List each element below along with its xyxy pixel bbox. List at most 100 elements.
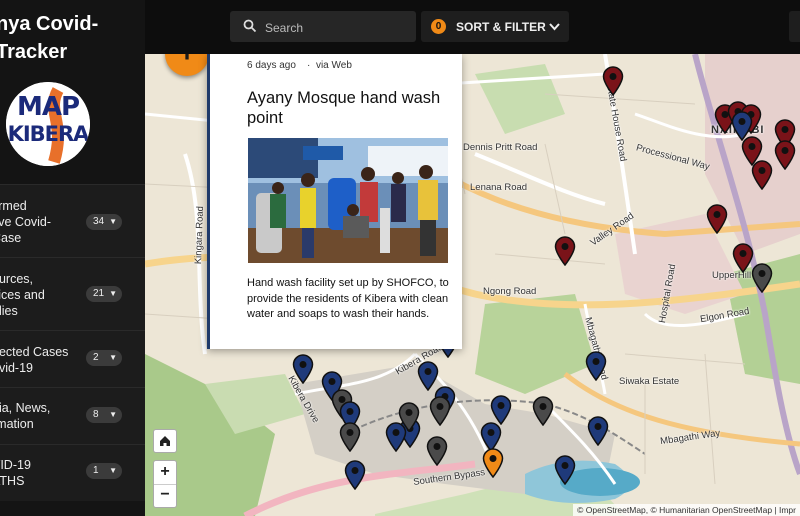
map-pin[interactable] [706,204,728,235]
category-count: 34 [93,216,105,227]
category-label: VID-19 ATHS [0,458,31,488]
road-label-siwaka: Siwaka Estate [619,376,680,387]
map-pin[interactable] [587,416,609,447]
home-icon [160,436,170,446]
sort-filter-label: SORT & FILTER [456,20,546,34]
map-marker-icon [482,448,504,479]
map-marker-icon [429,396,451,427]
category-label: dia, News, rmation [0,401,51,431]
card-photo[interactable] [248,138,448,263]
filter-count-badge: 0 [431,19,446,34]
map-pin[interactable] [585,351,607,382]
category-count-badge[interactable]: 1 ▼ [86,463,122,479]
map-pin[interactable] [554,455,576,486]
map-marker-icon [751,160,773,191]
map-kibera-logo: MAP KIBERA [6,82,90,166]
sidebar: nya Covid- Tracker MAP KIBERA firmed tiv… [0,0,145,516]
category-confirmed-cases[interactable]: firmed tive Covid- Case 34 ▼ [0,184,145,257]
card-meta: 6 days ago · via Web [247,60,352,71]
map-pin[interactable] [344,460,366,491]
add-report-button[interactable]: + [165,54,209,76]
map-marker-icon [554,236,576,267]
map-marker-icon [751,263,773,294]
category-count-badge[interactable]: 8 ▼ [86,407,122,423]
card-source: via Web [315,60,352,71]
home-button[interactable] [153,429,177,453]
search-icon [243,19,257,33]
chevron-down-icon: ▼ [109,217,117,226]
category-count: 1 [93,465,99,476]
map-pin[interactable] [398,402,420,433]
road-label-lenana: Lenana Road [470,182,528,193]
card-description: Hand wash facility set up by SHOFCO, to … [247,277,449,320]
report-popup-card[interactable]: 6 days ago · via Web Ayany Mosque hand w… [207,54,462,349]
category-label: pected Cases ovid-19 [0,345,69,375]
map-pin[interactable] [751,160,773,191]
chevron-down-icon [549,23,560,31]
map-marker-icon [554,455,576,486]
zoom-out-button[interactable]: − [154,484,176,507]
search-input[interactable] [263,11,412,44]
map-pin[interactable] [554,236,576,267]
logo-text-kibera: KIBERA [7,122,90,146]
road-label-ngong: Ngong Road [483,286,537,297]
map-marker-icon [585,351,607,382]
map-view[interactable]: State House Road Dennis Pritt Road Lenan… [145,54,800,516]
map-pin[interactable] [490,395,512,426]
map-pin[interactable] [429,396,451,427]
search-box[interactable] [230,11,416,44]
map-pin[interactable] [532,396,554,427]
category-resources-services[interactable]: ources, vices and plies 21 ▼ [0,257,145,330]
logo-text-map: MAP [16,92,80,122]
category-count: 8 [93,409,99,420]
hand-wash-photo [248,138,448,263]
road-label-kingara: Kingara Road [193,205,207,265]
card-age: 6 days ago [247,60,296,71]
app-title: nya Covid- Tracker [0,10,145,66]
map-pin[interactable] [292,354,314,385]
zoom-control: + − [153,460,177,508]
plus-icon: + [165,54,209,76]
map-pin[interactable] [339,422,361,453]
map-pin[interactable] [426,436,448,467]
card-meta-separator: · [298,60,314,71]
zoom-in-button[interactable]: + [154,461,176,485]
chevron-down-icon: ▼ [109,466,117,475]
top-bar: 0 SORT & FILTER [145,0,800,54]
chevron-down-icon: ▼ [109,410,117,419]
map-attribution: © OpenStreetMap, © Humanitarian OpenStre… [573,504,800,516]
category-suspected-cases[interactable]: pected Cases ovid-19 2 ▼ [0,330,145,387]
map-pin[interactable] [751,263,773,294]
chevron-down-icon: ▼ [109,353,117,362]
map-marker-icon [587,416,609,447]
category-count: 2 [93,352,99,363]
map-marker-icon [706,204,728,235]
card-title: Ayany Mosque hand wash point [247,89,441,127]
sort-filter-button[interactable]: 0 SORT & FILTER [421,11,569,42]
selected-map-pin[interactable] [482,448,504,479]
road-label-dennis-pritt: Dennis Pritt Road [463,142,538,153]
map-marker-icon [490,395,512,426]
map-pin[interactable] [774,140,796,171]
category-count-badge[interactable]: 34 ▼ [86,214,122,230]
category-covid-deaths[interactable]: VID-19 ATHS 1 ▼ [0,444,145,501]
category-count: 21 [93,288,105,299]
category-count-badge[interactable]: 21 ▼ [86,286,122,302]
map-marker-icon [344,460,366,491]
chevron-down-icon: ▼ [109,289,117,298]
map-marker-icon [426,436,448,467]
category-label: firmed tive Covid- Case [0,199,52,245]
map-marker-icon [339,422,361,453]
map-marker-icon [774,140,796,171]
map-pin[interactable] [602,66,624,97]
map-marker-icon [292,354,314,385]
map-marker-icon [398,402,420,433]
map-marker-icon [532,396,554,427]
map-marker-icon [602,66,624,97]
app-title-line2: Tracker [0,41,68,63]
category-label: ources, vices and plies [0,272,45,318]
topbar-extra-button[interactable] [789,11,800,42]
app-title-line1: nya Covid- [0,13,99,35]
category-media-news[interactable]: dia, News, rmation 8 ▼ [0,387,145,444]
category-count-badge[interactable]: 2 ▼ [86,350,122,366]
